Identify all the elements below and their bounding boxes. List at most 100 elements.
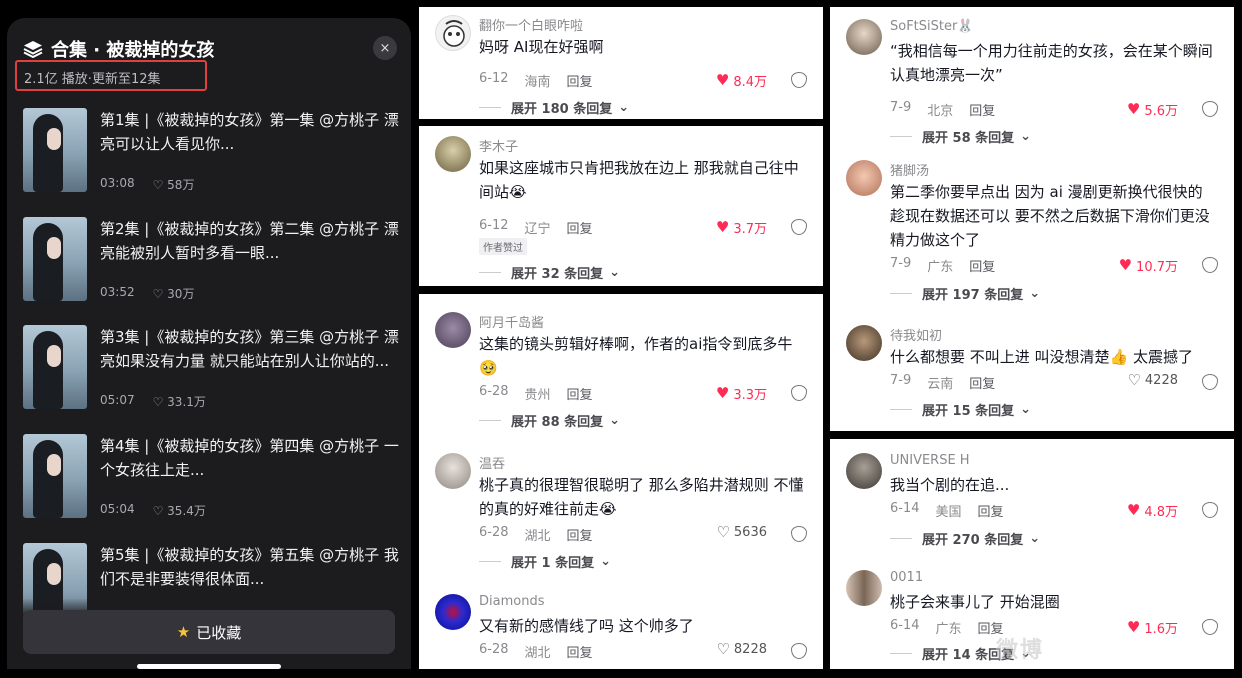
chevron-down-icon: ⌄ bbox=[618, 100, 630, 115]
chevron-down-icon: ⌄ bbox=[609, 413, 621, 428]
comment-username[interactable]: 0011 bbox=[890, 570, 923, 585]
close-icon[interactable]: × bbox=[373, 36, 397, 60]
dislike-icon[interactable] bbox=[1202, 502, 1218, 518]
collection-header: 合集 · 被裁掉的女孩 bbox=[23, 36, 214, 62]
like-button[interactable]: ♥ 10.7万 bbox=[1119, 256, 1178, 276]
comment-date: 6-14 bbox=[890, 501, 920, 516]
comment-username[interactable]: 阿月千岛酱 bbox=[479, 312, 544, 331]
expand-replies-button[interactable]: 展开 270 条回复 ⌄ bbox=[890, 529, 1040, 548]
avatar[interactable] bbox=[846, 325, 882, 361]
heart-icon: ♡ bbox=[716, 640, 730, 658]
dislike-icon[interactable] bbox=[791, 72, 807, 88]
episode-likes: ♡ 33.1万 bbox=[152, 395, 206, 409]
comment-username[interactable]: Diamonds bbox=[479, 594, 544, 609]
episode-likes: ♡ 30万 bbox=[152, 287, 195, 301]
comment-card: 阿月千岛酱 这集的镜头剪辑好棒啊，作者的ai指令到底多牛🥹 6-28 贵州 回复 ♥… bbox=[419, 294, 823, 669]
avatar[interactable] bbox=[435, 15, 471, 51]
comment-date: 6-28 bbox=[479, 525, 509, 540]
dislike-icon[interactable] bbox=[1202, 374, 1218, 390]
like-button[interactable]: ♡ 4228 bbox=[1127, 373, 1178, 389]
like-button[interactable]: ♥ 5.6万 bbox=[1127, 100, 1178, 120]
avatar[interactable] bbox=[435, 312, 471, 348]
comment-text: 这集的镜头剪辑好棒啊，作者的ai指令到底多牛🥹 bbox=[479, 335, 793, 377]
episode-item[interactable]: 第1集 |《被裁掉的女孩》第一集 @方桃子 漂亮可以让人看见你... 03:08… bbox=[23, 108, 403, 194]
like-count: 5.6万 bbox=[1144, 104, 1178, 119]
comment-username[interactable]: 李木子 bbox=[479, 136, 518, 155]
like-button[interactable]: ♥ 3.7万 bbox=[715, 218, 767, 238]
avatar[interactable] bbox=[435, 136, 471, 172]
collection-panel: 合集 · 被裁掉的女孩 × 2.1亿 播放·更新至12集 第1集 |《被裁掉的女… bbox=[7, 18, 411, 669]
episode-item[interactable]: 第2集 |《被裁掉的女孩》第二集 @方桃子 漂亮能被别人暂时多看一眼... 03… bbox=[23, 217, 403, 303]
comment-date: 6-12 bbox=[479, 71, 509, 86]
avatar[interactable] bbox=[435, 453, 471, 489]
comment-location: 广东 bbox=[935, 622, 962, 637]
expand-replies-button[interactable]: 展开 32 条回复 ⌄ bbox=[479, 263, 620, 282]
reply-button[interactable]: 回复 bbox=[567, 218, 593, 237]
comment-username[interactable]: 待我如初 bbox=[890, 325, 942, 344]
avatar[interactable] bbox=[435, 594, 471, 630]
episode-thumbnail bbox=[23, 325, 87, 409]
episode-duration: 03:52 bbox=[100, 285, 135, 299]
reply-button[interactable]: 回复 bbox=[567, 71, 593, 90]
dislike-icon[interactable] bbox=[791, 219, 807, 235]
reply-button[interactable]: 回复 bbox=[567, 642, 593, 661]
comment-username[interactable]: SoFtSiSter🐰 bbox=[890, 19, 974, 34]
expand-replies-button[interactable]: 展开 197 条回复 ⌄ bbox=[890, 284, 1040, 303]
collected-label: 已收藏 bbox=[196, 623, 242, 642]
dislike-icon[interactable] bbox=[791, 643, 807, 659]
dislike-icon[interactable] bbox=[791, 385, 807, 401]
star-icon: ★ bbox=[176, 623, 191, 641]
dislike-icon[interactable] bbox=[1202, 257, 1218, 273]
like-button[interactable]: ♡ 5636 bbox=[716, 523, 767, 541]
reply-button[interactable]: 回复 bbox=[969, 100, 995, 119]
dislike-icon[interactable] bbox=[791, 526, 807, 542]
episode-item[interactable]: 第3集 |《被裁掉的女孩》第三集 @方桃子 漂亮如果没有力量 就只能站在别人让你… bbox=[23, 325, 403, 411]
reply-button[interactable]: 回复 bbox=[567, 525, 593, 544]
like-button[interactable]: ♥ 1.6万 bbox=[1127, 618, 1178, 638]
chevron-down-icon: ⌄ bbox=[1020, 129, 1032, 144]
comment-username[interactable]: 猪脚汤 bbox=[890, 160, 929, 179]
collected-button[interactable]: ★ 已收藏 bbox=[23, 610, 395, 654]
avatar[interactable] bbox=[846, 160, 882, 196]
like-button[interactable]: ♡ 8228 bbox=[716, 640, 767, 658]
comment-text: 桃子会来事儿了 开始混圈 bbox=[890, 593, 1060, 611]
chevron-down-icon: ⌄ bbox=[1029, 286, 1041, 301]
comment-username[interactable]: 翻你一个白眼咋啦 bbox=[479, 15, 583, 34]
expand-replies-button[interactable]: 展开 180 条回复 ⌄ bbox=[479, 98, 629, 117]
heart-icon: ♡ bbox=[716, 523, 730, 541]
expand-replies-button[interactable]: 展开 58 条回复 ⌄ bbox=[890, 127, 1031, 146]
like-button[interactable]: ♥ 8.4万 bbox=[716, 71, 767, 91]
reply-button[interactable]: 回复 bbox=[969, 256, 995, 275]
chevron-down-icon: ⌄ bbox=[1029, 531, 1041, 546]
episode-item[interactable]: 第4集 |《被裁掉的女孩》第四集 @方桃子 一个女孩往上走... 05:04 ♡ … bbox=[23, 434, 403, 520]
episode-duration: 05:04 bbox=[100, 502, 135, 516]
reply-button[interactable]: 回复 bbox=[567, 384, 593, 403]
comment-date: 6-28 bbox=[479, 384, 509, 399]
episode-thumbnail bbox=[23, 217, 87, 301]
reply-button[interactable]: 回复 bbox=[969, 373, 995, 392]
home-indicator bbox=[137, 664, 281, 669]
dislike-icon[interactable] bbox=[1202, 619, 1218, 635]
avatar[interactable] bbox=[846, 570, 882, 606]
comment-username[interactable]: 温吞 bbox=[479, 453, 505, 472]
episode-duration: 03:08 bbox=[100, 176, 135, 190]
comment-text: 妈呀 AI现在好强啊 bbox=[479, 38, 604, 56]
like-count: 8228 bbox=[733, 642, 767, 657]
avatar[interactable] bbox=[846, 19, 882, 55]
avatar[interactable] bbox=[846, 453, 882, 489]
dislike-icon[interactable] bbox=[1202, 101, 1218, 117]
heart-icon: ♥ bbox=[715, 218, 730, 236]
comment-card: 李木子 如果这座城市只肯把我放在边上 那我就自己往中间站😭 6-12 辽宁 回复 ♥… bbox=[419, 126, 823, 286]
comment-date: 7-9 bbox=[890, 256, 912, 271]
expand-replies-button[interactable]: 展开 15 条回复 ⌄ bbox=[890, 400, 1031, 419]
comment-text: “我相信每一个用力往前走的女孩，会在某个瞬间认真地漂亮一次” bbox=[890, 42, 1213, 84]
comment-date: 7-9 bbox=[890, 100, 912, 115]
like-button[interactable]: ♥ 4.8万 bbox=[1126, 501, 1178, 521]
heart-icon: ♥ bbox=[1126, 501, 1141, 519]
comment-username[interactable]: UNIVERSE H bbox=[890, 453, 970, 468]
expand-replies-button[interactable]: 展开 1 条回复 ⌄ bbox=[479, 552, 611, 571]
expand-replies-button[interactable]: 展开 88 条回复 ⌄ bbox=[479, 411, 620, 430]
like-button[interactable]: ♥ 3.3万 bbox=[716, 384, 767, 404]
comment-location: 湖北 bbox=[524, 646, 551, 661]
reply-button[interactable]: 回复 bbox=[978, 501, 1004, 520]
